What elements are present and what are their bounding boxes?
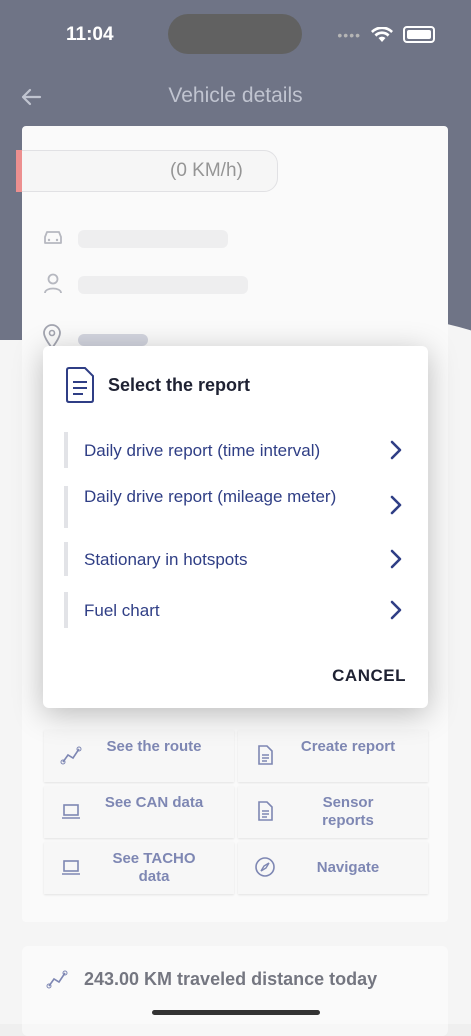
document-icon (66, 367, 94, 403)
cancel-button[interactable]: CANCEL (332, 666, 406, 686)
option-label: Fuel chart (84, 601, 160, 620)
chevron-right-icon (390, 440, 402, 460)
dialog-title: Select the report (108, 375, 251, 395)
option-label: Daily drive report (time interval) (84, 441, 321, 460)
option-bar (64, 542, 68, 576)
option-label: Stationary in hotspots (84, 550, 248, 569)
option-bar (64, 486, 68, 528)
chevron-right-icon (390, 600, 402, 620)
chevron-right-icon (390, 549, 402, 569)
chevron-right-icon (390, 495, 402, 515)
option-fuel-chart[interactable]: Fuel chart (64, 592, 404, 628)
option-bar (64, 592, 68, 628)
option-bar (64, 432, 68, 468)
home-indicator[interactable] (152, 1010, 320, 1015)
report-dialog: Select the report Daily drive report (ti… (43, 346, 428, 708)
option-daily-mileage[interactable]: Daily drive report (mileage meter) (64, 486, 404, 528)
option-label: Daily drive report (mileage meter) (84, 487, 337, 506)
option-daily-time[interactable]: Daily drive report (time interval) (64, 432, 404, 468)
option-stationary-hotspots[interactable]: Stationary in hotspots (64, 542, 404, 576)
